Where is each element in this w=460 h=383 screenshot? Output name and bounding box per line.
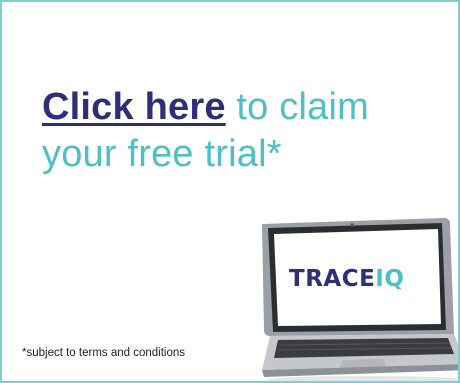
traceiq-logo: TRACEIQ: [289, 266, 405, 292]
terms-disclaimer: *subject to terms and conditions: [22, 347, 186, 359]
headline: Click here to claim your free trial*: [42, 84, 442, 178]
ad-banner[interactable]: Click here to claim your free trial* TRA…: [0, 0, 460, 383]
laptop-image: TRACEIQ: [248, 214, 458, 381]
laptop-illustration: [262, 218, 458, 381]
click-here-link[interactable]: Click here: [42, 86, 226, 128]
